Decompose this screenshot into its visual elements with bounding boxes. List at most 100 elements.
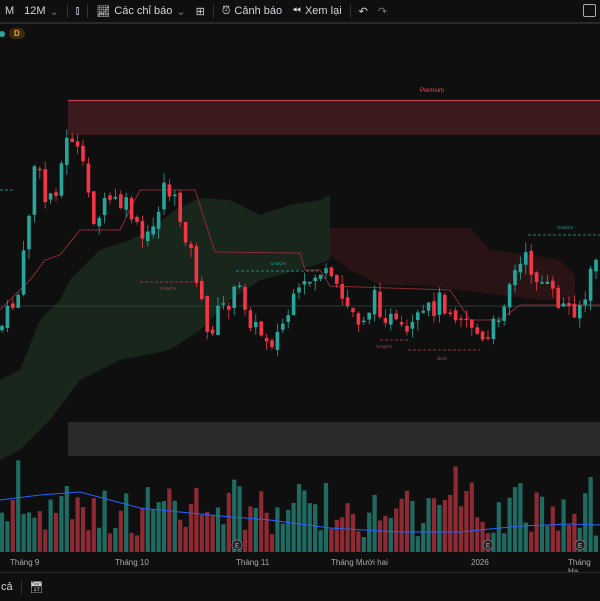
volume-bar xyxy=(383,515,388,552)
volume-bar xyxy=(43,529,48,552)
volume-bar xyxy=(64,486,69,552)
candle-body xyxy=(421,310,425,313)
candle-body xyxy=(264,338,269,342)
volume-bar xyxy=(80,507,86,552)
volume-bar xyxy=(334,519,339,552)
candle-body xyxy=(92,191,96,224)
volume-bar xyxy=(442,499,447,552)
volume-bar xyxy=(502,533,507,552)
divider xyxy=(212,4,214,18)
volume-bar xyxy=(588,476,593,552)
candle-body xyxy=(65,137,69,165)
volume-bar xyxy=(340,517,345,552)
candle-body xyxy=(254,322,258,328)
candle-body xyxy=(75,141,80,147)
volume-bar xyxy=(475,517,480,552)
goto-date-button[interactable]: 📅︎ xyxy=(25,581,49,594)
candle-body xyxy=(81,145,85,162)
candle-body xyxy=(302,281,307,285)
candle-body xyxy=(194,246,199,283)
candle-body xyxy=(372,289,377,315)
candle-body xyxy=(38,168,42,171)
bottom-bar: cả 📅︎ xyxy=(0,572,600,601)
volume-bar xyxy=(151,509,156,552)
replay-label: Xem lại xyxy=(304,5,342,17)
volume-bar xyxy=(188,504,194,552)
volume-bar xyxy=(296,484,302,552)
volume-bar xyxy=(539,496,545,552)
candle-body xyxy=(43,169,47,203)
volume-bar xyxy=(453,466,458,552)
candle-body xyxy=(367,312,371,320)
volume-bar xyxy=(10,500,15,552)
volume-bar xyxy=(178,519,183,552)
volume-bar xyxy=(421,523,426,552)
candle-body xyxy=(529,250,533,275)
candle-body xyxy=(259,321,263,336)
candle-body xyxy=(0,325,4,331)
candle-body xyxy=(480,331,485,340)
candle-body xyxy=(200,280,204,299)
replay-button[interactable]: ⏪︎ Xem lại xyxy=(287,5,347,18)
layouts-button[interactable]: ⊞ xyxy=(191,5,210,18)
candle-body xyxy=(324,268,328,274)
volume-bar xyxy=(215,507,221,552)
volume-bar xyxy=(124,493,129,552)
interval-prev[interactable]: M xyxy=(0,5,19,17)
bearish-cloud xyxy=(330,228,575,300)
volume-bar xyxy=(372,494,377,552)
volume-bar xyxy=(437,504,442,552)
candle-body xyxy=(216,305,220,335)
candle-body xyxy=(378,291,382,317)
volume-bar xyxy=(496,502,501,552)
volume-bar xyxy=(345,503,350,552)
volume-bar xyxy=(404,490,410,552)
volume-bar xyxy=(356,531,361,552)
volume-bar xyxy=(280,523,285,552)
volume-bar xyxy=(259,491,264,552)
candle-body xyxy=(437,292,442,315)
candle-body xyxy=(151,226,155,235)
candle-type-button[interactable]: ⫾ xyxy=(71,5,85,18)
indicators-label: Các chỉ báo xyxy=(114,5,173,17)
candle-body xyxy=(189,243,193,249)
chevron-down-icon: ⌄ xyxy=(49,5,59,18)
candle-body xyxy=(308,281,312,284)
redo-button[interactable]: ↷ xyxy=(373,5,392,18)
candle-body xyxy=(178,192,182,222)
volume-bar xyxy=(448,494,453,552)
volume-bar xyxy=(275,507,280,552)
redo-icon: ↷ xyxy=(377,5,388,18)
candle-body xyxy=(340,283,344,299)
candle-body xyxy=(108,195,112,200)
candle-body xyxy=(583,299,587,305)
range-all-button[interactable]: cả xyxy=(0,581,18,593)
time-tick: Tháng 9 xyxy=(10,558,40,567)
time-tick: Tháng 11 xyxy=(236,558,270,567)
volume-bar xyxy=(566,525,572,552)
interval-select[interactable]: 12M ⌄ xyxy=(19,5,64,18)
candle-body xyxy=(146,231,150,242)
time-axis[interactable]: Tháng 9 Tháng 10 Tháng 11 Tháng Mười hai… xyxy=(0,556,600,576)
volume-bar xyxy=(172,500,177,552)
volume-bar xyxy=(129,532,134,552)
volume-bar xyxy=(399,498,404,552)
alerts-button[interactable]: ⏰︎ Cảnh báo xyxy=(217,5,287,18)
time-tick: Tháng 10 xyxy=(115,558,149,567)
candle-body xyxy=(416,312,420,321)
undo-button[interactable]: ↶ xyxy=(354,5,373,18)
indicators-icon: 📈︎ xyxy=(96,5,111,18)
volume-bar xyxy=(561,499,566,552)
fullscreen-icon[interactable] xyxy=(583,4,596,17)
candle-body xyxy=(507,284,512,308)
volume-bar xyxy=(529,531,534,552)
candle-body xyxy=(502,306,506,321)
bullish-cloud xyxy=(0,195,330,460)
candle-body xyxy=(432,301,436,316)
volume-bar xyxy=(286,509,291,552)
divider xyxy=(349,4,351,18)
volume-bar xyxy=(318,530,323,552)
price-chart[interactable]: Premium CHoCH CHoCH CHoCH BOS CHoCH E E E xyxy=(0,24,600,556)
candle-body xyxy=(119,194,123,209)
indicators-button[interactable]: 📈︎ Các chỉ báo ⌄ xyxy=(91,5,190,18)
